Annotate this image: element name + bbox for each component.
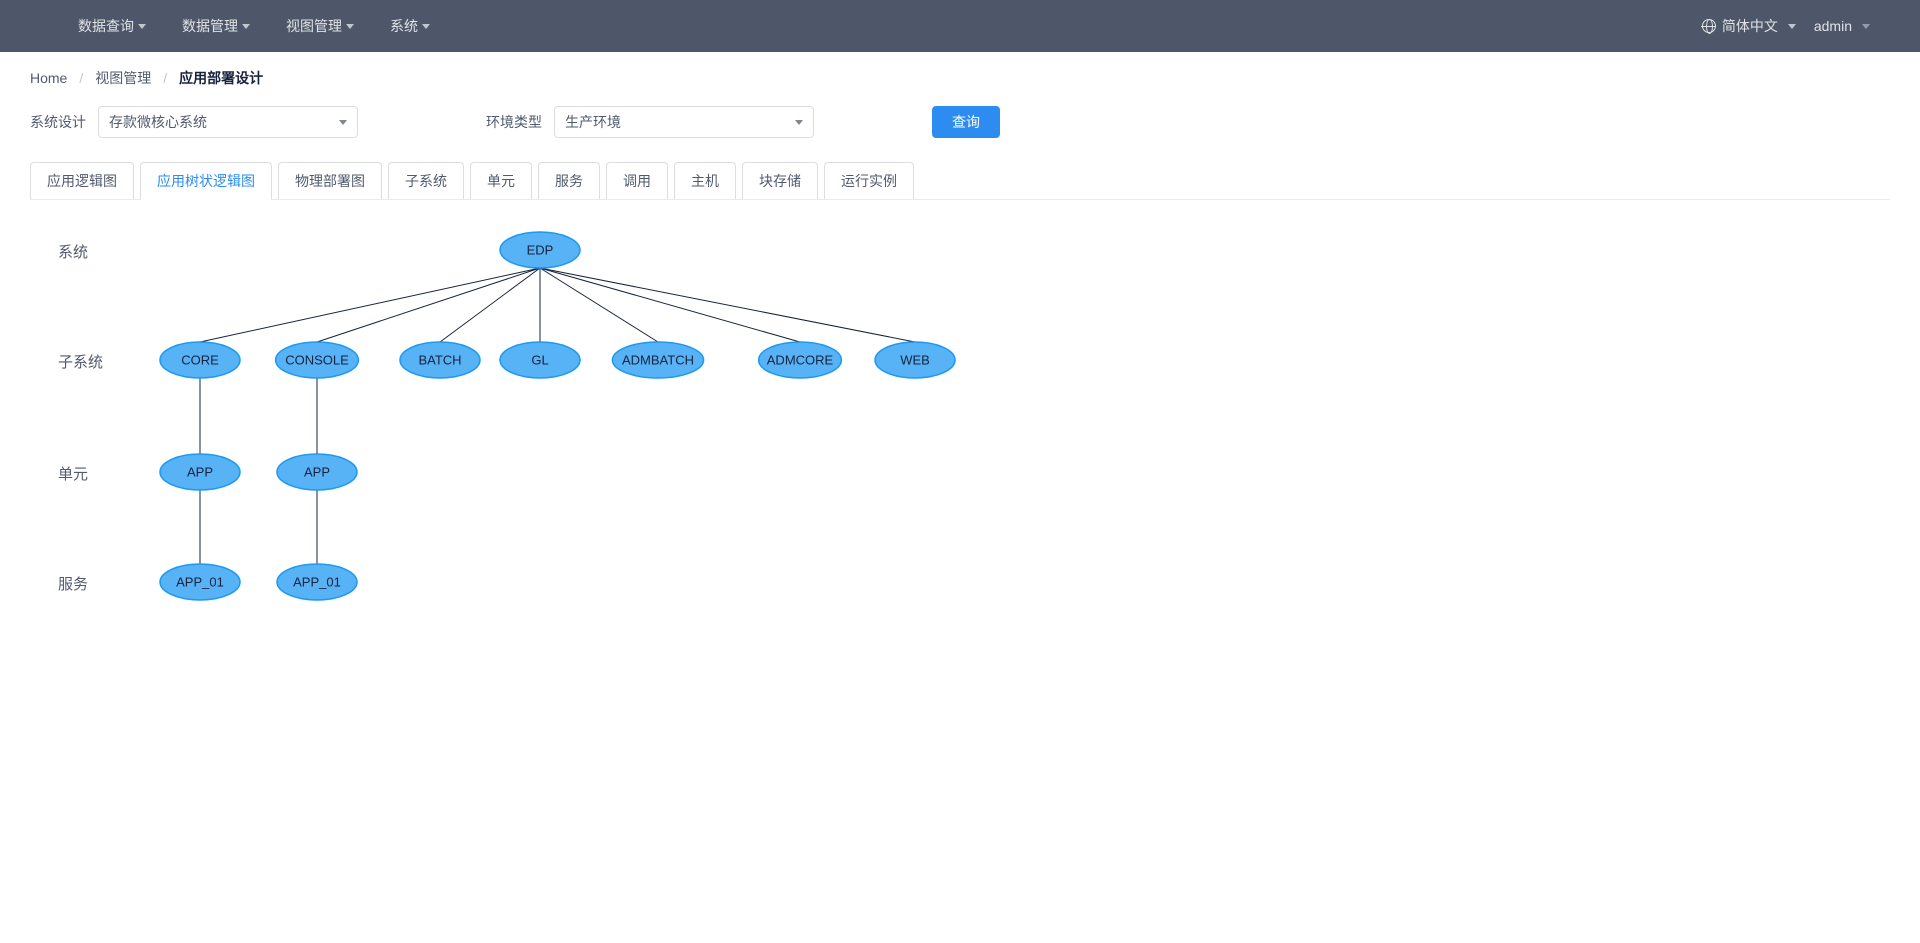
tree-node-app[interactable]: APP: [160, 454, 240, 490]
tree-node-admcore[interactable]: ADMCORE: [759, 342, 842, 378]
tree-diagram: EDP CORE CONSOLE BATCH GL ADMBATCH ADMCORE WEB A…: [30, 200, 1890, 660]
system-design-group: 系统设计 存款微核心系统: [30, 106, 358, 138]
breadcrumb-current: 应用部署设计: [179, 68, 263, 88]
svg-text:WEB: WEB: [900, 352, 930, 367]
svg-text:CONSOLE: CONSOLE: [285, 352, 349, 367]
tab-2[interactable]: 物理部署图: [278, 162, 382, 199]
chevron-down-icon: [422, 24, 430, 29]
user-menu[interactable]: admin: [1814, 18, 1870, 34]
tree-edge: [317, 268, 540, 342]
chevron-down-icon: [1862, 24, 1870, 29]
tree-edge: [200, 268, 540, 342]
tree-row-label: 服务: [58, 573, 88, 594]
tree-row-label: 单元: [58, 463, 88, 484]
globe-icon: [1702, 19, 1716, 33]
env-type-label: 环境类型: [486, 112, 542, 132]
top-nav: 数据查询 数据管理 视图管理 系统 简体中文 admin: [0, 0, 1920, 52]
query-button[interactable]: 查询: [932, 106, 1000, 138]
svg-text:BATCH: BATCH: [418, 352, 461, 367]
chevron-down-icon: [1788, 24, 1796, 29]
system-design-select[interactable]: 存款微核心系统: [98, 106, 358, 138]
breadcrumb-view-manage[interactable]: 视图管理: [95, 68, 151, 88]
tab-5[interactable]: 服务: [538, 162, 600, 199]
svg-text:GL: GL: [531, 352, 548, 367]
tree-node-admbatch[interactable]: ADMBATCH: [612, 342, 703, 378]
tab-4[interactable]: 单元: [470, 162, 532, 199]
svg-text:APP_01: APP_01: [293, 574, 341, 589]
nav-right: 简体中文 admin: [1702, 16, 1890, 36]
tree-edge: [540, 268, 915, 342]
language-selector[interactable]: 简体中文: [1702, 16, 1796, 36]
system-design-label: 系统设计: [30, 112, 86, 132]
tree-node-batch[interactable]: BATCH: [400, 342, 480, 378]
content-area: Home / 视图管理 / 应用部署设计 系统设计 存款微核心系统 环境类型 生…: [0, 52, 1920, 676]
nav-item-data-query[interactable]: 数据查询: [60, 0, 164, 52]
breadcrumb: Home / 视图管理 / 应用部署设计: [30, 68, 1890, 88]
tree-node-core[interactable]: CORE: [160, 342, 240, 378]
breadcrumb-separator: /: [79, 70, 83, 86]
tab-3[interactable]: 子系统: [388, 162, 464, 199]
nav-item-view-manage[interactable]: 视图管理: [268, 0, 372, 52]
tab-8[interactable]: 块存储: [742, 162, 818, 199]
nav-item-system[interactable]: 系统: [372, 0, 448, 52]
chevron-down-icon: [795, 120, 803, 125]
tree-svg: EDP CORE CONSOLE BATCH GL ADMBATCH ADMCORE WEB A…: [50, 220, 1050, 620]
tree-row-label: 系统: [58, 241, 88, 262]
tab-0[interactable]: 应用逻辑图: [30, 162, 134, 199]
breadcrumb-separator: /: [163, 70, 167, 86]
tree-node-console[interactable]: CONSOLE: [276, 342, 359, 378]
tree-node-app_01[interactable]: APP_01: [160, 564, 240, 600]
svg-text:ADMBATCH: ADMBATCH: [622, 352, 694, 367]
tab-7[interactable]: 主机: [674, 162, 736, 199]
env-type-group: 环境类型 生产环境: [486, 106, 814, 138]
env-type-select[interactable]: 生产环境: [554, 106, 814, 138]
svg-text:EDP: EDP: [527, 242, 554, 257]
tab-9[interactable]: 运行实例: [824, 162, 914, 199]
tabs: 应用逻辑图应用树状逻辑图物理部署图子系统单元服务调用主机块存储运行实例: [30, 162, 1890, 200]
filter-row: 系统设计 存款微核心系统 环境类型 生产环境 查询: [30, 106, 1890, 138]
tab-1[interactable]: 应用树状逻辑图: [140, 162, 272, 199]
tree-diagram-wrap: EDP CORE CONSOLE BATCH GL ADMBATCH ADMCORE WEB A…: [30, 200, 1890, 660]
tree-node-gl[interactable]: GL: [500, 342, 580, 378]
svg-text:APP: APP: [304, 464, 330, 479]
tree-row-label: 子系统: [58, 351, 103, 372]
tree-edge: [540, 268, 800, 342]
breadcrumb-home[interactable]: Home: [30, 70, 67, 86]
chevron-down-icon: [138, 24, 146, 29]
svg-text:APP_01: APP_01: [176, 574, 224, 589]
tree-node-app_01[interactable]: APP_01: [277, 564, 357, 600]
tree-node-app[interactable]: APP: [277, 454, 357, 490]
svg-text:CORE: CORE: [181, 352, 219, 367]
svg-text:APP: APP: [187, 464, 213, 479]
tree-node-web[interactable]: WEB: [875, 342, 955, 378]
nav-item-data-manage[interactable]: 数据管理: [164, 0, 268, 52]
tree-edge: [540, 268, 658, 342]
chevron-down-icon: [339, 120, 347, 125]
svg-text:ADMCORE: ADMCORE: [767, 352, 834, 367]
chevron-down-icon: [346, 24, 354, 29]
tree-node-edp[interactable]: EDP: [500, 232, 580, 268]
chevron-down-icon: [242, 24, 250, 29]
tab-6[interactable]: 调用: [606, 162, 668, 199]
nav-left: 数据查询 数据管理 视图管理 系统: [30, 0, 448, 52]
